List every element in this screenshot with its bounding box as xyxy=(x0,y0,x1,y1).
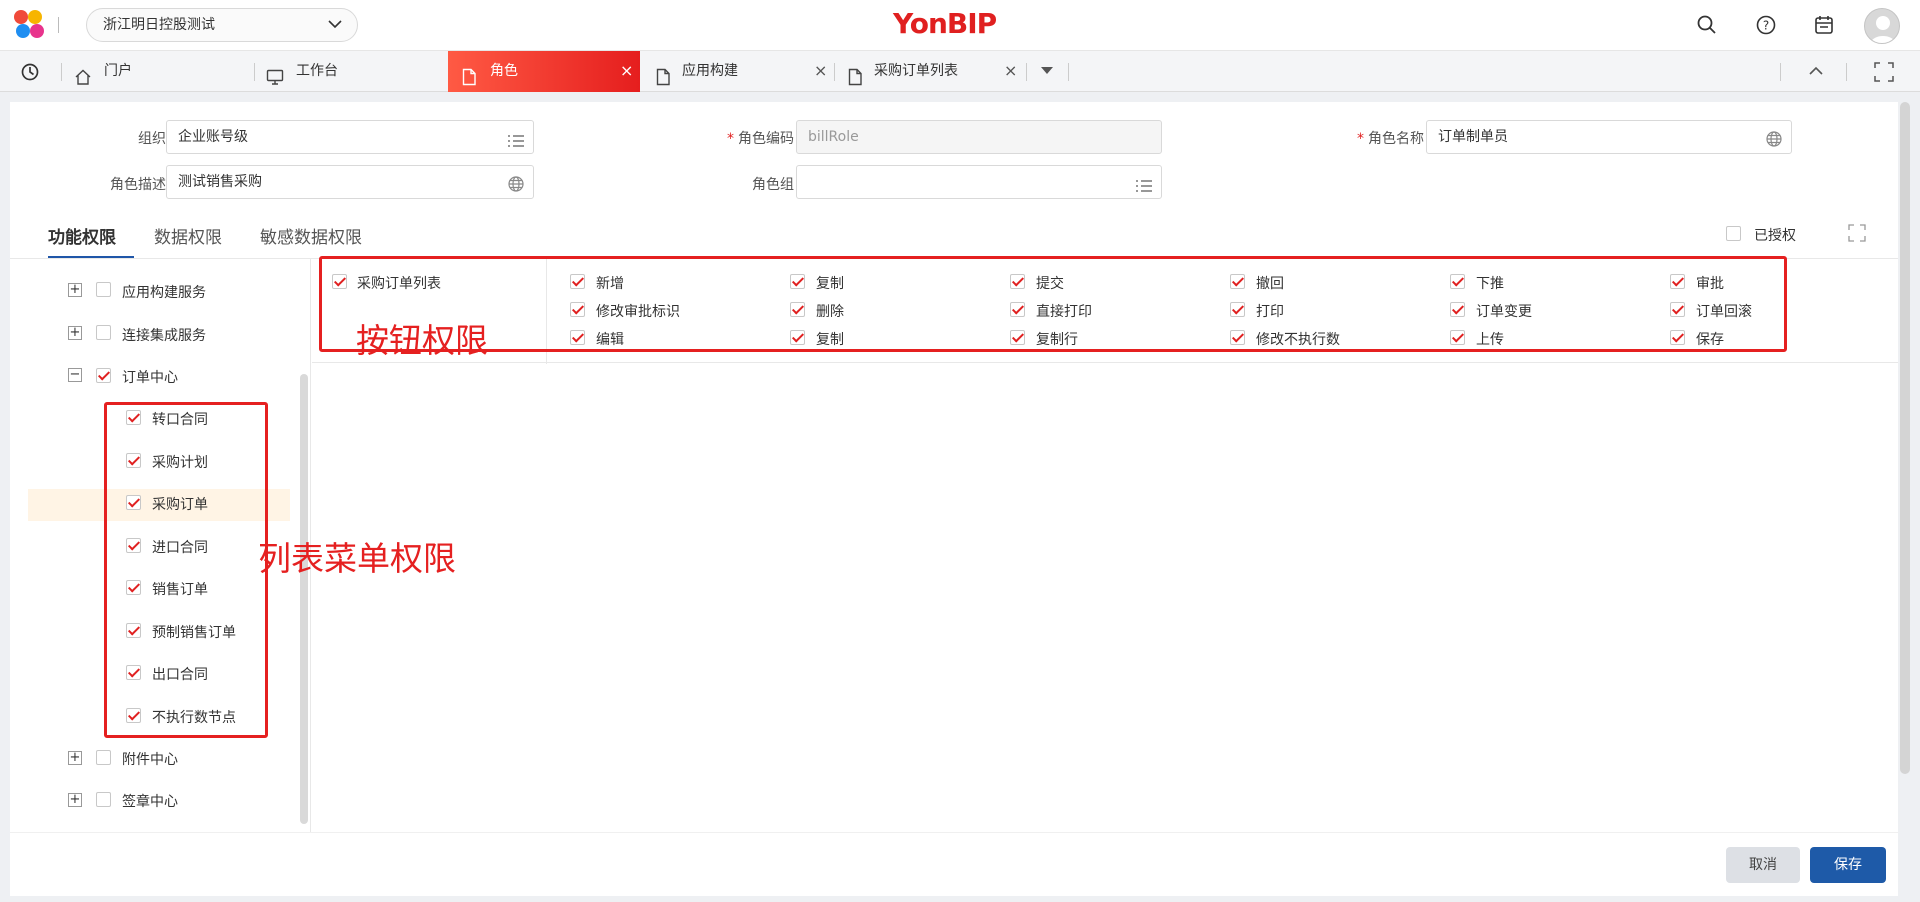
org-label: 组织 xyxy=(138,131,166,147)
search-icon[interactable] xyxy=(1696,14,1718,36)
tab-function-permission[interactable]: 功能权限 xyxy=(48,223,116,248)
globe-icon[interactable] xyxy=(507,174,525,192)
tab-sensitive-data-permission[interactable]: 敏感数据权限 xyxy=(260,223,362,248)
footer-bar: 取消 保存 xyxy=(10,832,1898,896)
globe-icon[interactable] xyxy=(1765,129,1783,147)
tab-label: 角色 xyxy=(490,63,518,79)
org-field[interactable]: 企业账号级 xyxy=(166,120,534,154)
page-scrollbar[interactable] xyxy=(1900,102,1910,774)
tab-divider xyxy=(1780,63,1781,81)
role-desc-label: 角色描述 xyxy=(110,177,166,193)
button-permission-annotation: 按钮权限 xyxy=(356,321,488,360)
expand-plus-icon[interactable]: + xyxy=(68,751,82,765)
org-value: 企业账号级 xyxy=(178,129,248,145)
fullscreen-icon[interactable] xyxy=(1874,51,1896,92)
history-icon[interactable] xyxy=(20,51,44,92)
tab-divider xyxy=(254,63,255,81)
list-icon[interactable] xyxy=(507,129,525,147)
help-icon[interactable]: ? xyxy=(1755,14,1777,36)
close-icon[interactable]: × xyxy=(1004,51,1017,91)
tab-app-build[interactable]: 应用构建 × xyxy=(654,51,830,92)
role-group-field[interactable] xyxy=(796,165,1162,199)
tree-checkbox[interactable] xyxy=(96,792,111,807)
role-name-value: 订单制单员 xyxy=(1438,129,1508,145)
tree-checkbox[interactable] xyxy=(96,750,111,765)
tab-bar: 门户 工作台 角色 × 应用构建 × 采购订单列表 × xyxy=(0,50,1920,92)
save-button[interactable]: 保存 xyxy=(1810,847,1886,883)
tab-label: 采购订单列表 xyxy=(874,63,958,79)
menu-permission-highlight-box xyxy=(104,402,268,738)
tab-role[interactable]: 角色 × xyxy=(448,51,640,92)
tab-label: 应用构建 xyxy=(682,63,738,79)
calendar-icon[interactable] xyxy=(1813,14,1835,36)
tree-node-connect-service[interactable]: 连接集成服务 xyxy=(122,325,206,345)
required-mark: * xyxy=(1357,131,1364,147)
expand-plus-icon[interactable]: + xyxy=(68,793,82,807)
org-switcher-label: 浙江明日控股测试 xyxy=(103,17,215,33)
role-name-label: * 角色名称 xyxy=(1357,131,1424,147)
document-icon xyxy=(846,62,864,86)
tab-data-permission[interactable]: 数据权限 xyxy=(154,223,222,248)
required-mark: * xyxy=(727,131,734,147)
list-icon[interactable] xyxy=(1135,174,1153,192)
tree-checkbox[interactable] xyxy=(96,282,111,297)
app-logo-icon[interactable] xyxy=(14,10,46,40)
role-desc-field[interactable]: 测试销售采购 xyxy=(166,165,534,199)
cancel-button[interactable]: 取消 xyxy=(1726,847,1800,883)
tab-purchase-order-list[interactable]: 采购订单列表 × xyxy=(846,51,1022,92)
role-desc-value: 测试销售采购 xyxy=(178,174,262,190)
brand-logo: YonBIP xyxy=(893,7,997,40)
org-switcher[interactable]: 浙江明日控股测试 xyxy=(86,8,358,42)
role-code-field: billRole xyxy=(796,120,1162,154)
role-editor-card: 组织 企业账号级 * 角色编码 billRole * 角色名称 订单制单员 角色描述… xyxy=(10,102,1898,896)
expand-plus-icon[interactable]: + xyxy=(68,326,82,340)
tree-scrollbar[interactable] xyxy=(300,374,308,824)
tab-portal[interactable]: 门户 xyxy=(74,51,244,92)
tab-divider xyxy=(1026,63,1027,81)
tree-checkbox[interactable] xyxy=(96,368,111,383)
header-divider xyxy=(58,17,59,33)
collapse-minus-icon[interactable]: − xyxy=(68,368,82,382)
menu-permission-annotation: 列表菜单权限 xyxy=(258,539,456,578)
tree-checkbox[interactable] xyxy=(96,325,111,340)
home-icon xyxy=(74,62,92,85)
expand-plus-icon[interactable]: + xyxy=(68,283,82,297)
role-group-label: 角色组 xyxy=(752,177,794,193)
tab-divider xyxy=(1068,63,1069,81)
tree-node-seal-center[interactable]: 签章中心 xyxy=(122,791,178,811)
tabs-dropdown-icon[interactable] xyxy=(1036,51,1060,92)
tree-node-app-service[interactable]: 应用构建服务 xyxy=(122,282,206,302)
authorized-checkbox[interactable] xyxy=(1726,226,1741,241)
tree-node-attach-center[interactable]: 附件中心 xyxy=(122,749,178,769)
tab-label: 工作台 xyxy=(296,63,338,79)
tab-workbench[interactable]: 工作台 xyxy=(266,51,436,92)
tab-divider xyxy=(834,63,835,81)
role-name-field[interactable]: 订单制单员 xyxy=(1426,120,1792,154)
expand-icon[interactable] xyxy=(1848,224,1866,246)
tab-divider xyxy=(1846,63,1847,81)
close-icon[interactable]: × xyxy=(620,51,633,91)
close-icon[interactable]: × xyxy=(814,51,827,91)
tab-divider xyxy=(61,63,62,81)
authorized-label: 已授权 xyxy=(1754,228,1796,244)
svg-text:?: ? xyxy=(1763,19,1769,33)
document-icon xyxy=(654,62,672,86)
collapse-up-icon[interactable] xyxy=(1806,51,1826,92)
button-permission-highlight-box xyxy=(319,256,1787,352)
button-area-bottom-border xyxy=(312,362,1898,363)
role-code-label: * 角色编码 xyxy=(727,131,794,147)
chevron-down-icon xyxy=(327,9,343,53)
monitor-icon xyxy=(266,62,284,85)
user-avatar[interactable] xyxy=(1864,8,1900,44)
tab-label: 门户 xyxy=(104,63,132,79)
role-code-value: billRole xyxy=(808,129,859,145)
top-header: 浙江明日控股测试 YonBIP ? xyxy=(0,0,1920,50)
tree-node-order-center[interactable]: 订单中心 xyxy=(122,367,178,387)
document-icon xyxy=(460,62,478,86)
